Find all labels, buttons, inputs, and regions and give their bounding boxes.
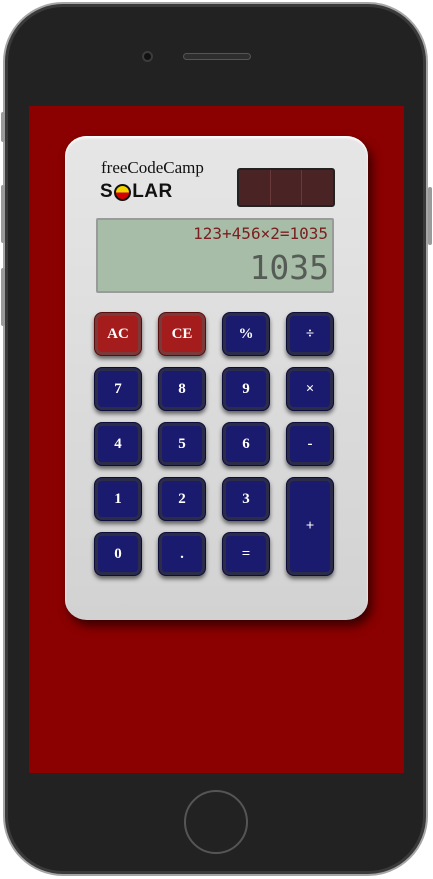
equals-button[interactable]: = <box>222 532 270 576</box>
result-readout: 1035 <box>249 248 329 287</box>
digit-2-button[interactable]: 2 <box>158 477 206 521</box>
digit-0-button[interactable]: 0 <box>94 532 142 576</box>
brand-name: freeCodeCamp <box>101 158 204 177</box>
model-suffix: LAR <box>132 181 173 202</box>
percent-button[interactable]: % <box>222 312 270 356</box>
sun-logo-icon <box>114 183 132 201</box>
digit-1-button[interactable]: 1 <box>94 477 142 521</box>
digit-9-button[interactable]: 9 <box>222 367 270 411</box>
calculator-body: freeCodeCamp S LAR 123+456×2=1035 1035 A… <box>65 136 368 620</box>
calculator-display: 123+456×2=1035 1035 <box>96 218 334 293</box>
earpiece-speaker <box>183 53 251 60</box>
volume-down-button <box>1 268 5 326</box>
formula-readout: 123+456×2=1035 <box>193 224 328 243</box>
digit-7-button[interactable]: 7 <box>94 367 142 411</box>
model-label: S LAR <box>100 181 173 203</box>
digit-3-button[interactable]: 3 <box>222 477 270 521</box>
divide-button[interactable]: ÷ <box>286 312 334 356</box>
mute-switch <box>1 112 5 142</box>
digit-5-button[interactable]: 5 <box>158 422 206 466</box>
model-prefix: S <box>100 181 114 202</box>
digit-4-button[interactable]: 4 <box>94 422 142 466</box>
solar-cell <box>271 170 303 205</box>
digit-8-button[interactable]: 8 <box>158 367 206 411</box>
decimal-button[interactable]: . <box>158 532 206 576</box>
power-button <box>428 187 432 245</box>
digit-6-button[interactable]: 6 <box>222 422 270 466</box>
solar-cell <box>302 170 333 205</box>
front-camera <box>142 51 153 62</box>
minus-button[interactable]: - <box>286 422 334 466</box>
multiply-button[interactable]: × <box>286 367 334 411</box>
clear-entry-button[interactable]: CE <box>158 312 206 356</box>
phone-screen: freeCodeCamp S LAR 123+456×2=1035 1035 A… <box>29 106 404 773</box>
solar-panel <box>237 168 335 207</box>
plus-button[interactable]: + <box>286 477 334 576</box>
home-button[interactable] <box>184 790 248 854</box>
solar-cell <box>239 170 271 205</box>
volume-up-button <box>1 185 5 243</box>
all-clear-button[interactable]: AC <box>94 312 142 356</box>
